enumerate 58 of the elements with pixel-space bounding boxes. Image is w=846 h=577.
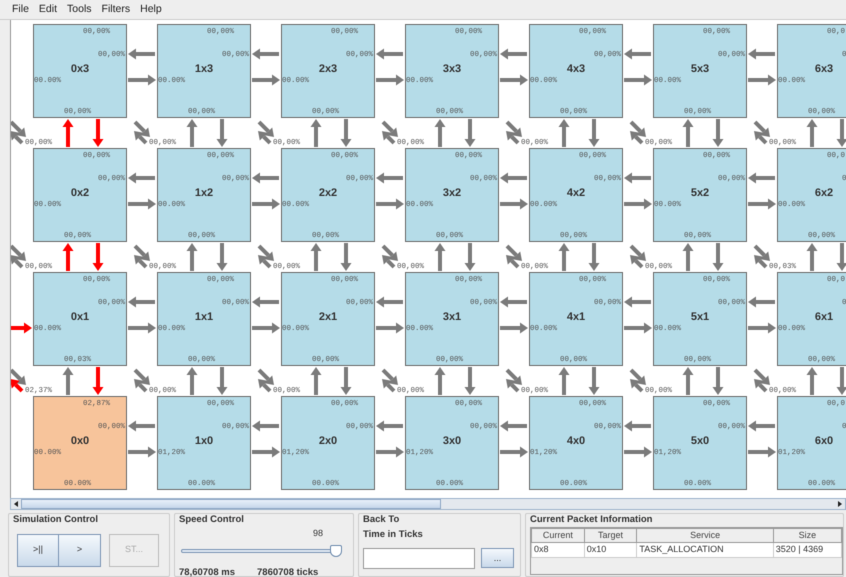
scroll-left-arrow[interactable] <box>14 501 18 507</box>
tile-name: 5x2 <box>690 187 710 200</box>
column-header: Size <box>773 528 842 542</box>
tile-name: 1x0 <box>194 435 214 448</box>
time-ticks: 7860708 ticks <box>257 566 318 577</box>
tile-name: 2x1 <box>318 311 338 324</box>
section-title: Current Packet Information <box>530 515 654 524</box>
ticks-input[interactable] <box>363 548 475 569</box>
section-title: Back To <box>363 515 400 524</box>
speed-value: 98 <box>312 526 323 540</box>
table-cell: 0x10 <box>584 542 637 557</box>
table-cell: TASK_ALLOCATION <box>636 542 774 557</box>
section-title: Simulation Control <box>13 515 99 524</box>
column-header: Target <box>584 528 637 542</box>
menu-item[interactable]: Tools <box>67 2 92 18</box>
tile-name: 2x3 <box>318 63 338 76</box>
menu-item[interactable]: Edit <box>38 2 58 18</box>
scroll-right-arrow[interactable] <box>838 501 842 507</box>
browse-button[interactable]: ... <box>481 548 514 568</box>
field-label: Time in Ticks <box>363 528 424 542</box>
tile-name: 6x2 <box>814 187 834 200</box>
tile-name: 2x0 <box>318 435 338 448</box>
slider-thumb[interactable] <box>330 545 342 557</box>
tile-name: 6x0 <box>814 435 834 448</box>
control-button[interactable]: >|| <box>17 534 59 566</box>
table-cell: 3520 | 4369 <box>773 542 842 557</box>
tile-name: 1x3 <box>194 63 214 76</box>
tile-name: 5x1 <box>690 311 710 324</box>
tile-name: 0x1 <box>70 311 90 324</box>
tile-name: 6x3 <box>814 63 834 76</box>
tile-name: 0x2 <box>70 187 90 200</box>
section-title: Speed Control <box>179 515 245 524</box>
column-header: Current <box>532 528 584 542</box>
tile-name: 0x3 <box>70 63 90 76</box>
tile-name: 3x2 <box>442 187 462 200</box>
tile-name: 4x1 <box>566 311 586 324</box>
tile-name: 6x1 <box>814 311 834 324</box>
speed-slider[interactable] <box>181 545 345 558</box>
tile-name: 1x1 <box>194 311 214 324</box>
scrollbar-thumb[interactable] <box>21 499 441 509</box>
tile-name: 0x0 <box>70 435 90 448</box>
tile-name: 2x2 <box>318 187 338 200</box>
control-button[interactable]: > <box>59 534 101 566</box>
tile-name: 5x0 <box>690 435 710 448</box>
tile-name: 3x3 <box>442 63 462 76</box>
tile-name: 5x3 <box>690 63 710 76</box>
table-cell: 0x8 <box>532 542 584 557</box>
column-header: Service <box>636 528 774 542</box>
tile-name: 4x0 <box>566 435 586 448</box>
menu-item[interactable]: File <box>12 2 29 18</box>
tile-name: 3x0 <box>442 435 462 448</box>
tile-name: 4x3 <box>566 63 586 76</box>
time-ms: 78,60708 ms <box>179 566 235 577</box>
tile-name: 4x2 <box>566 187 586 200</box>
menu-item[interactable]: Help <box>140 2 162 18</box>
tile-name: 1x2 <box>194 187 214 200</box>
menu-item[interactable]: Filters <box>102 2 130 18</box>
tile-name: 3x1 <box>442 311 462 324</box>
